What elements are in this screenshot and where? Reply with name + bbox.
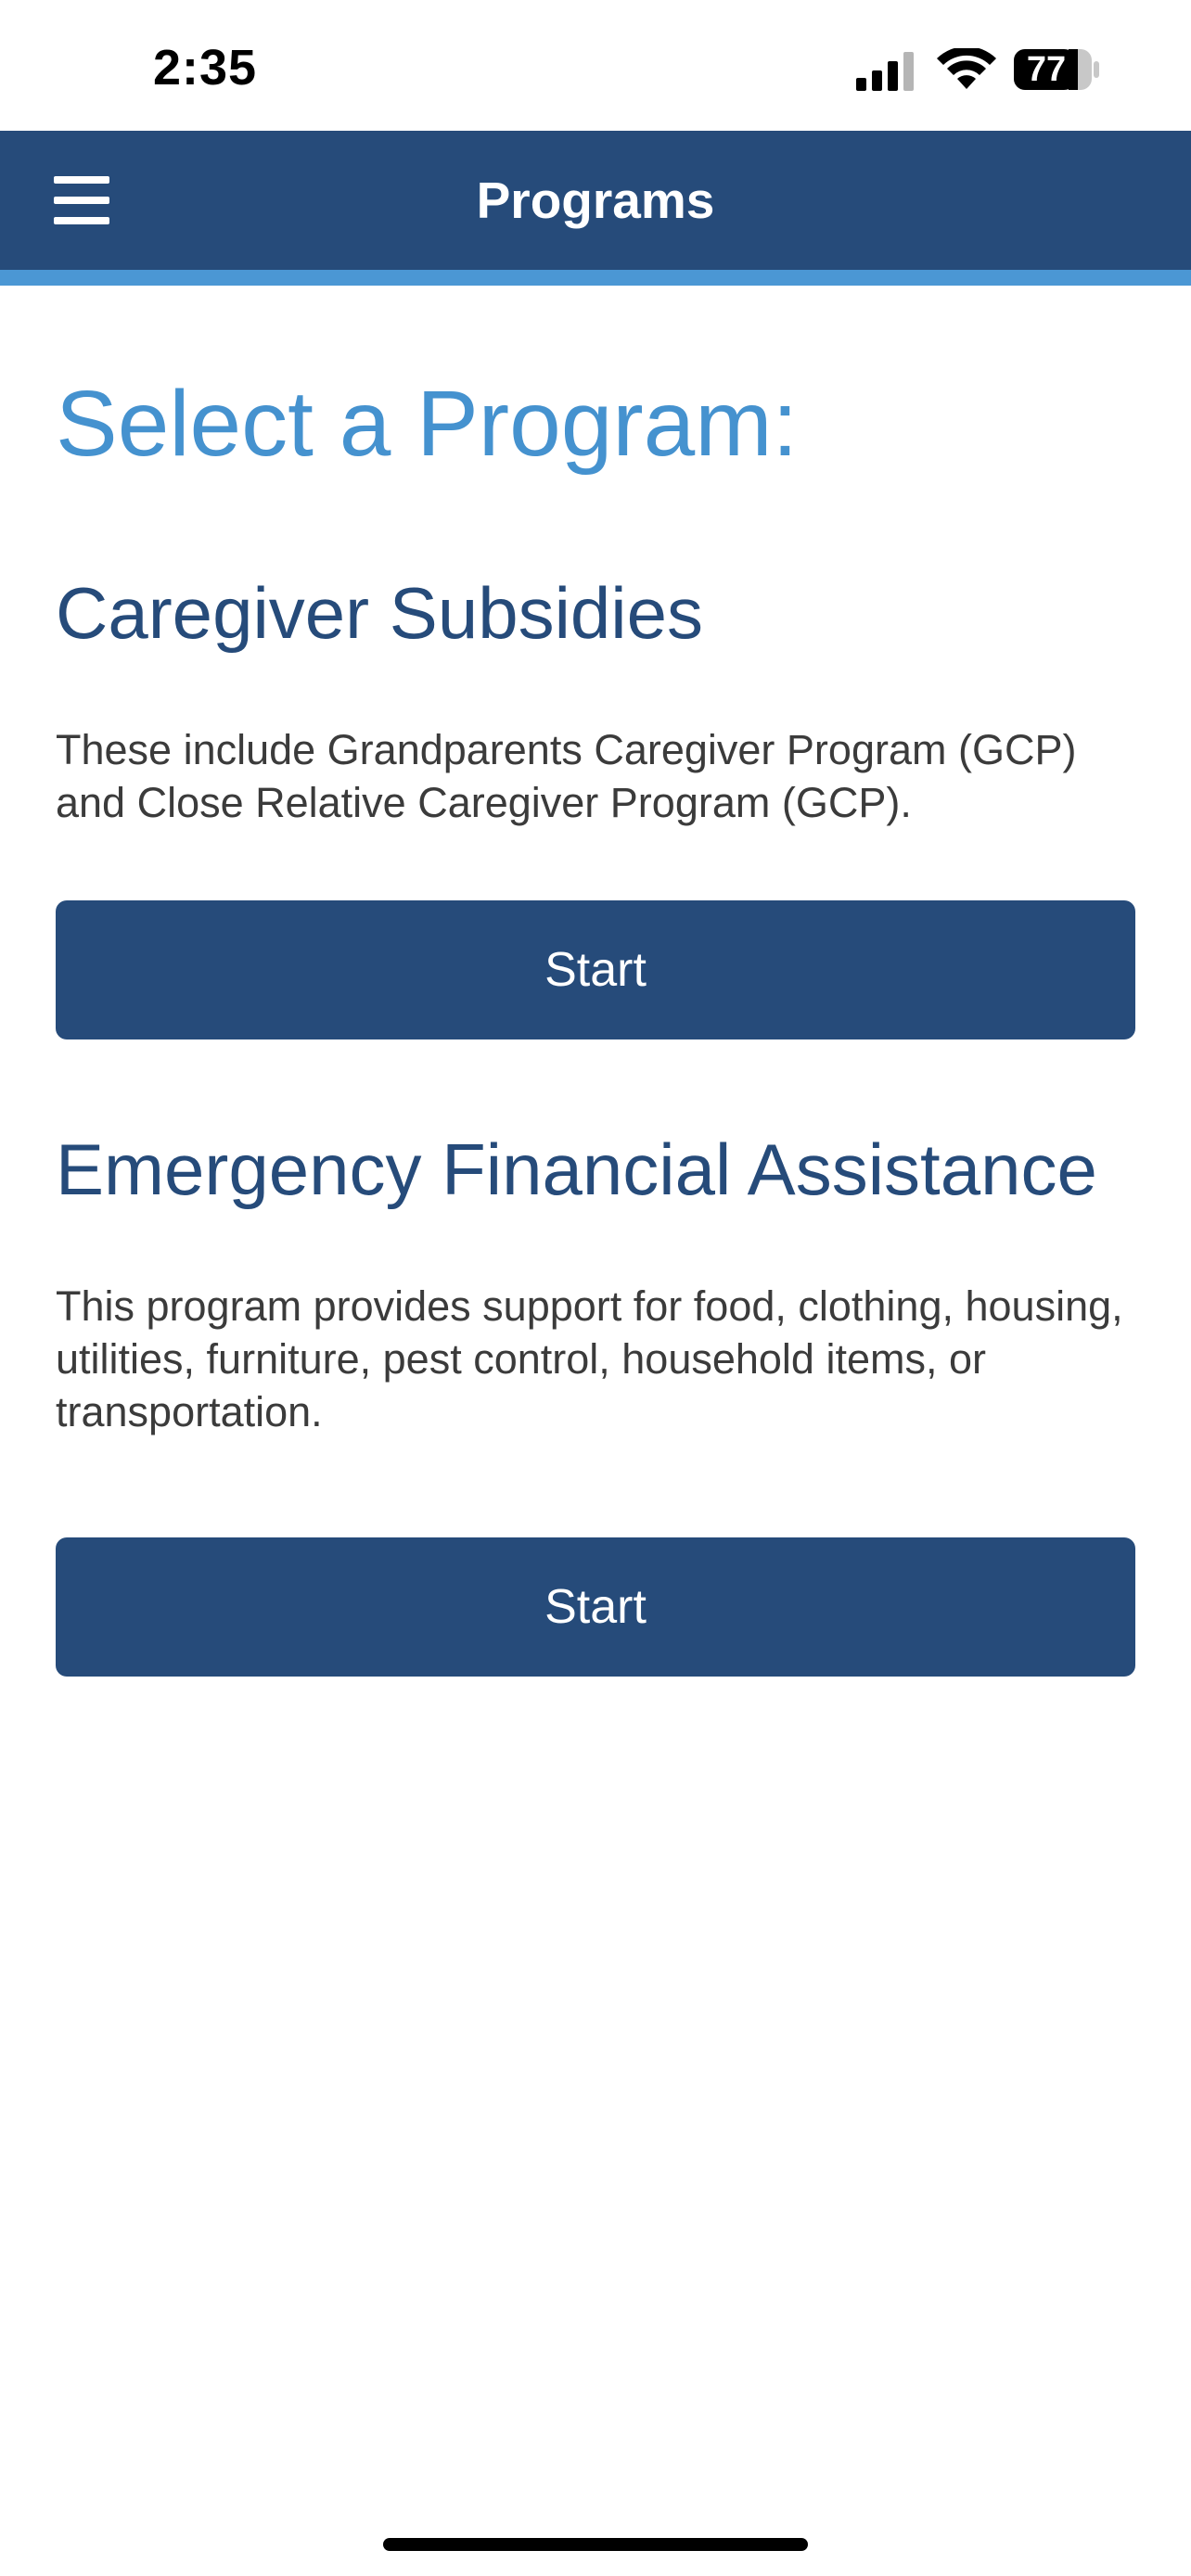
nav-title: Programs xyxy=(476,172,715,229)
program-title-caregiver-subsidies: Caregiver Subsidies xyxy=(56,572,704,654)
status-time: 2:35 xyxy=(153,40,258,96)
home-indicator[interactable] xyxy=(383,2538,808,2551)
hamburger-menu-icon[interactable] xyxy=(54,176,109,224)
program-description-emergency-financial-assistance: This program provides support for food, … xyxy=(56,1282,1123,1435)
program-title-emergency-financial-assistance: Emergency Financial Assistance xyxy=(56,1129,1097,1210)
status-bar: 2:35 77 xyxy=(0,0,1191,131)
signal-icon xyxy=(856,52,914,91)
program-description-caregiver-subsidies: These include Grandparents Caregiver Pro… xyxy=(56,726,1077,826)
wifi-icon xyxy=(937,48,996,89)
nav-accent-stripe xyxy=(0,270,1191,286)
page-title: Select a Program: xyxy=(56,372,799,476)
start-emergency-financial-assistance-button[interactable]: Start xyxy=(56,1537,1135,1677)
battery-level: 77 xyxy=(1026,50,1067,89)
start-caregiver-subsidies-button[interactable]: Start xyxy=(56,900,1135,1039)
